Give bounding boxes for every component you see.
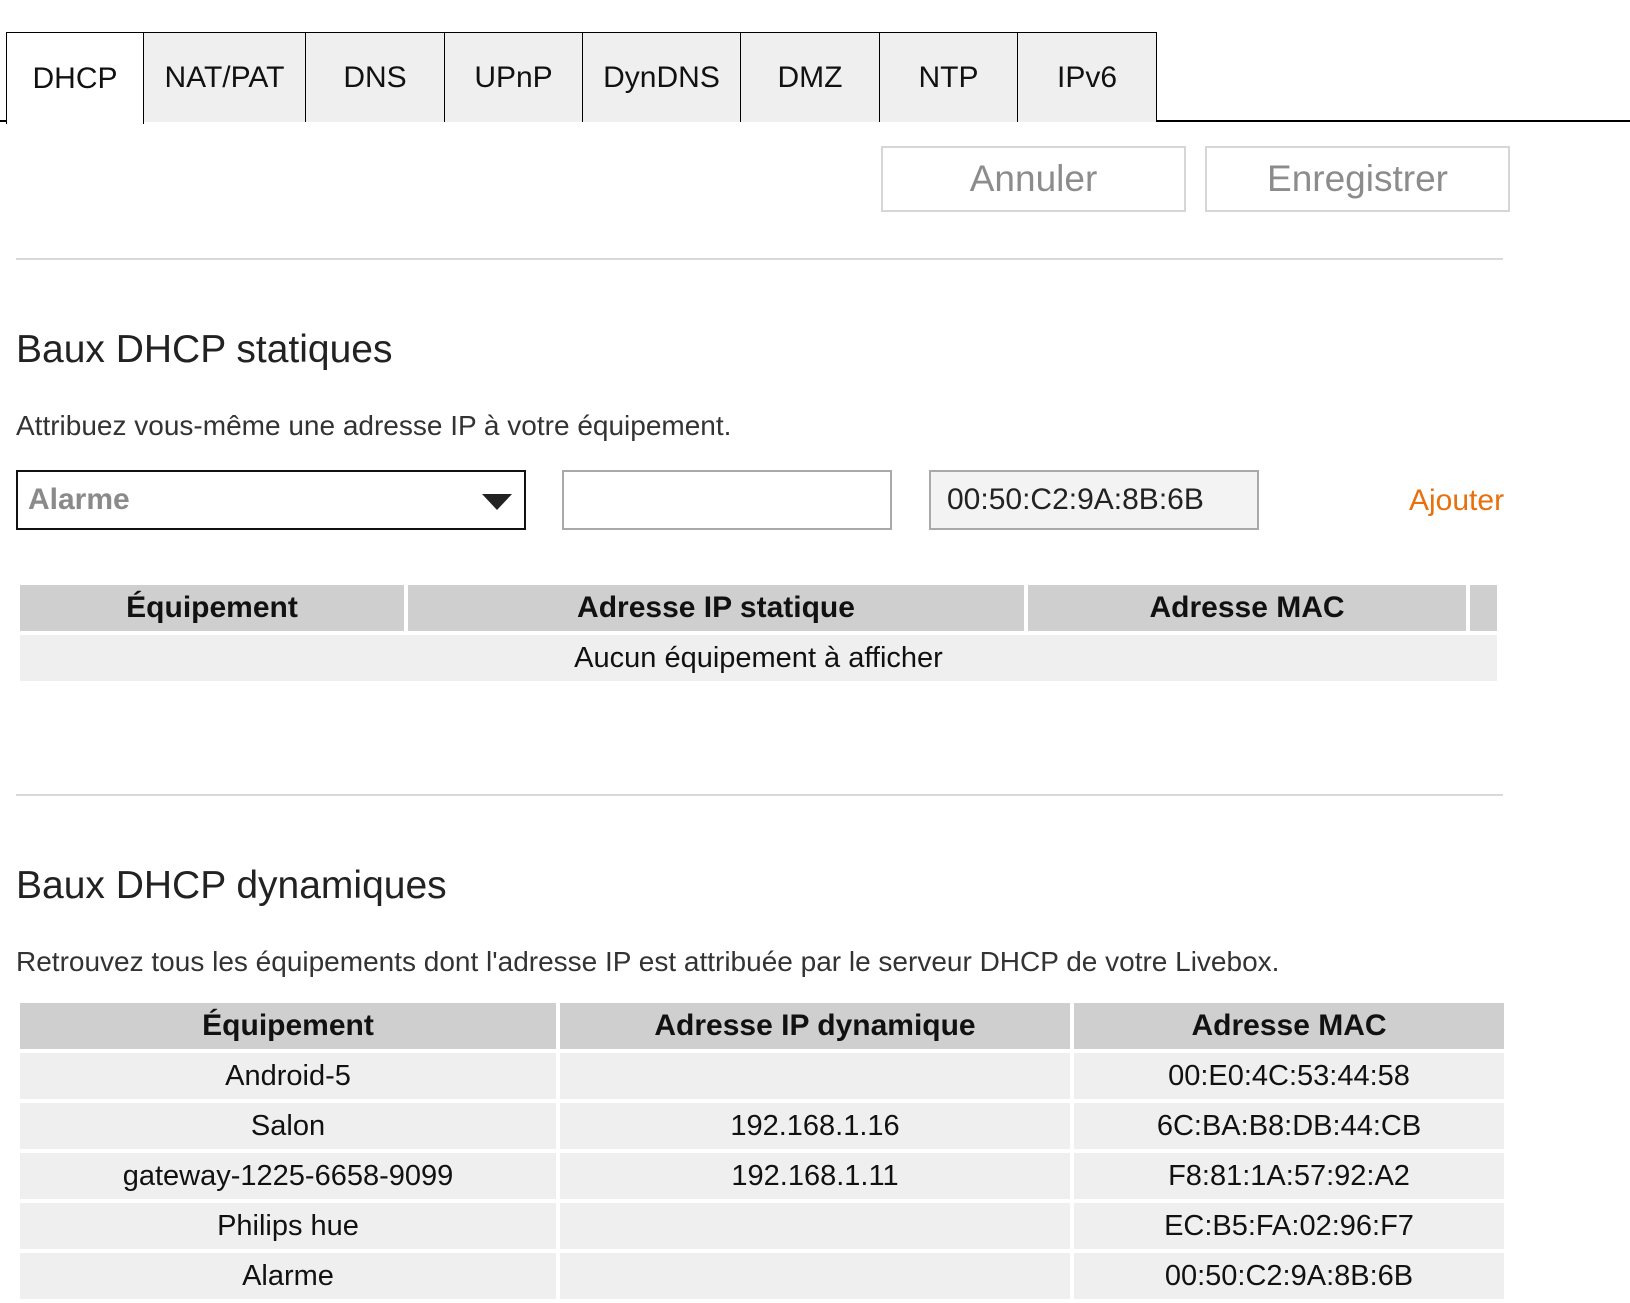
cancel-button[interactable]: Annuler	[881, 146, 1186, 212]
table-row: Salon 192.168.1.16 6C:BA:B8:DB:44:CB	[20, 1103, 1504, 1149]
column-header-device: Équipement	[20, 585, 404, 631]
table-row: Philips hue EC:B5:FA:02:96:F7	[20, 1203, 1504, 1249]
static-leases-description: Attribuez vous-même une adresse IP à vot…	[16, 410, 732, 441]
divider	[16, 794, 1503, 796]
table-row-empty: Aucun équipement à afficher	[20, 635, 1497, 681]
divider	[16, 258, 1503, 260]
table-row: Android-5 00:E0:4C:53:44:58	[20, 1053, 1504, 1099]
tab-dhcp[interactable]: DHCP	[6, 32, 144, 124]
mac-address-input[interactable]	[929, 470, 1259, 530]
cell-mac: 00:50:C2:9A:8B:6B	[1074, 1253, 1504, 1299]
tab-ipv6[interactable]: IPv6	[1018, 32, 1157, 122]
dynamic-leases-title: Baux DHCP dynamiques	[16, 864, 447, 907]
cell-ip: 192.168.1.11	[560, 1153, 1070, 1199]
cell-device: Philips hue	[20, 1203, 556, 1249]
cell-device: Android-5	[20, 1053, 556, 1099]
static-leases-title: Baux DHCP statiques	[16, 328, 393, 371]
cell-mac: EC:B5:FA:02:96:F7	[1074, 1203, 1504, 1249]
cell-device: gateway-1225-6658-9099	[20, 1153, 556, 1199]
table-header-row: Équipement Adresse IP statique Adresse M…	[20, 585, 1497, 631]
save-button[interactable]: Enregistrer	[1205, 146, 1510, 212]
static-leases-table: Équipement Adresse IP statique Adresse M…	[16, 581, 1501, 685]
column-header-actions	[1470, 585, 1497, 631]
tab-nat-pat[interactable]: NAT/PAT	[144, 32, 306, 122]
column-header-mac: Adresse MAC	[1074, 1003, 1504, 1049]
cell-device: Salon	[20, 1103, 556, 1149]
tab-bar: DHCP NAT/PAT DNS UPnP DynDNS DMZ NTP IPv…	[0, 0, 1630, 124]
dynamic-leases-table: Équipement Adresse IP dynamique Adresse …	[16, 999, 1508, 1303]
table-row: Alarme 00:50:C2:9A:8B:6B	[20, 1253, 1504, 1299]
cell-ip	[560, 1053, 1070, 1099]
caret-down-icon	[482, 494, 512, 510]
tab-dns[interactable]: DNS	[306, 32, 445, 122]
cell-mac: F8:81:1A:57:92:A2	[1074, 1153, 1504, 1199]
cell-ip	[560, 1253, 1070, 1299]
device-select[interactable]: Alarme	[16, 470, 526, 530]
add-link[interactable]: Ajouter	[1409, 484, 1504, 518]
cell-mac: 00:E0:4C:53:44:58	[1074, 1053, 1504, 1099]
cell-ip: 192.168.1.16	[560, 1103, 1070, 1149]
cell-ip	[560, 1203, 1070, 1249]
tab-upnp[interactable]: UPnP	[445, 32, 583, 122]
column-header-device: Équipement	[20, 1003, 556, 1049]
column-header-mac: Adresse MAC	[1028, 585, 1466, 631]
tab-dyndns[interactable]: DynDNS	[583, 32, 741, 122]
table-row: gateway-1225-6658-9099 192.168.1.11 F8:8…	[20, 1153, 1504, 1199]
ip-address-input[interactable]	[562, 470, 892, 530]
tab-ntp[interactable]: NTP	[880, 32, 1018, 122]
table-header-row: Équipement Adresse IP dynamique Adresse …	[20, 1003, 1504, 1049]
dynamic-leases-description: Retrouvez tous les équipements dont l'ad…	[16, 946, 1280, 977]
empty-message: Aucun équipement à afficher	[20, 635, 1497, 681]
column-header-static-ip: Adresse IP statique	[408, 585, 1024, 631]
column-header-dynamic-ip: Adresse IP dynamique	[560, 1003, 1070, 1049]
cell-device: Alarme	[20, 1253, 556, 1299]
device-select-value: Alarme	[28, 483, 130, 516]
cell-mac: 6C:BA:B8:DB:44:CB	[1074, 1103, 1504, 1149]
tab-dmz[interactable]: DMZ	[741, 32, 880, 122]
